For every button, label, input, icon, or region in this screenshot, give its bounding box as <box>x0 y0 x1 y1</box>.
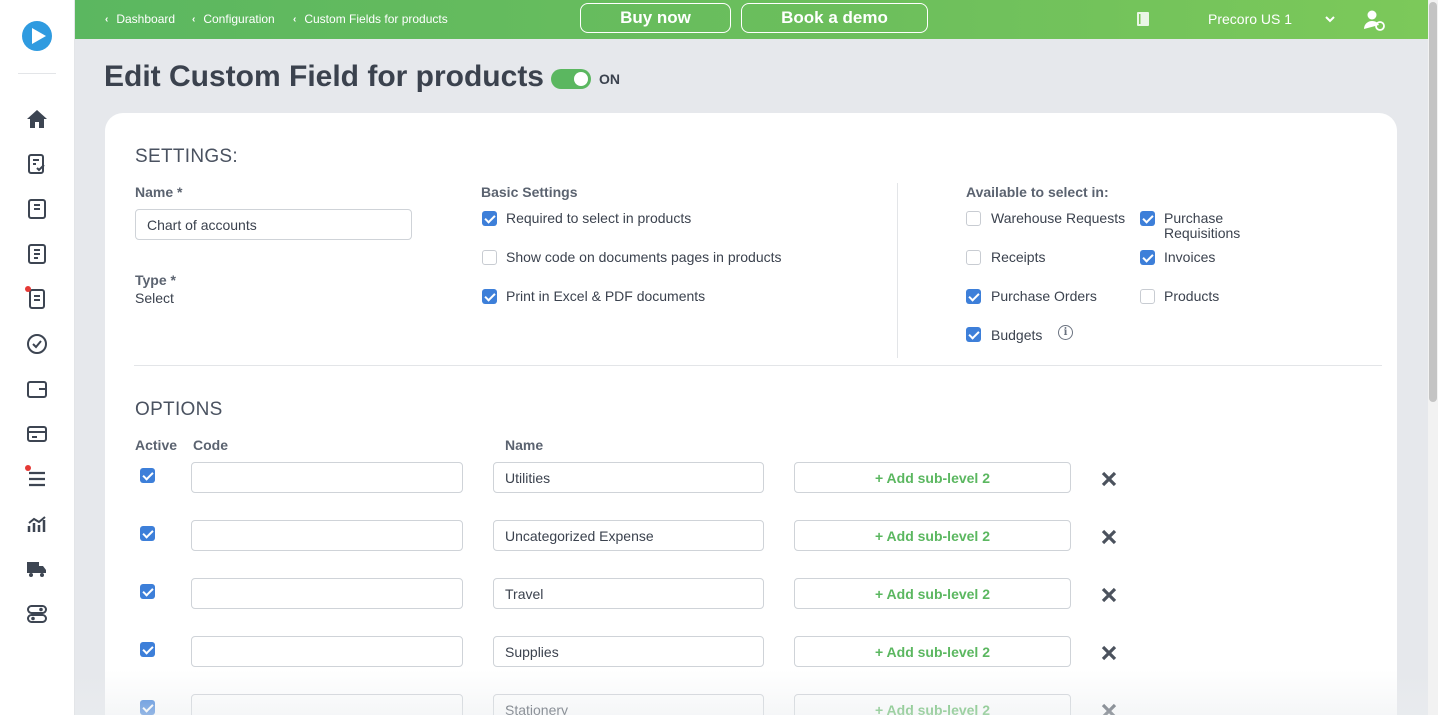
budgets-label: Budgets <box>991 327 1043 343</box>
delete-row-icon[interactable] <box>1100 644 1118 662</box>
chevron-left-icon: ‹ <box>105 13 109 25</box>
warehouse-requests-checkbox[interactable] <box>966 211 981 226</box>
user-settings-icon[interactable] <box>1362 8 1386 37</box>
label-line: Requisitions <box>1164 225 1241 241</box>
delete-row-icon[interactable] <box>1100 586 1118 604</box>
wallet-icon[interactable] <box>25 377 49 401</box>
breadcrumb-dashboard[interactable]: ‹ Dashboard <box>105 12 175 26</box>
document-icon[interactable] <box>25 197 49 221</box>
warehouse-requests-label: Warehouse Requests <box>991 210 1126 226</box>
basic-settings-heading: Basic Settings <box>481 184 578 200</box>
section-divider <box>134 365 1382 366</box>
book-demo-button[interactable]: Book a demo <box>741 3 928 33</box>
book-icon[interactable] <box>1136 11 1150 32</box>
settings-card: SETTINGS: Name * Chart of accounts Type … <box>105 113 1397 715</box>
type-value: Select <box>135 290 174 306</box>
breadcrumb-label: Custom Fields for products <box>304 12 448 26</box>
name-label: Name * <box>135 184 183 200</box>
breadcrumb-configuration[interactable]: ‹ Configuration <box>192 12 275 26</box>
status-label: ON <box>599 71 620 87</box>
delete-row-icon[interactable] <box>1100 702 1118 715</box>
analytics-icon[interactable] <box>25 512 49 536</box>
chevron-left-icon: ‹ <box>293 13 297 25</box>
print-checkbox[interactable] <box>482 289 497 304</box>
row-active-checkbox[interactable] <box>140 700 155 715</box>
required-label: Required to select in products <box>506 210 692 226</box>
breadcrumb-label: Dashboard <box>116 12 176 26</box>
add-sub-level-button[interactable]: + Add sub-level 2 <box>794 520 1071 551</box>
status-toggle[interactable] <box>551 69 591 89</box>
scrollbar-thumb[interactable] <box>1429 2 1437 402</box>
budgets-checkbox[interactable] <box>966 327 981 342</box>
sidebar <box>0 0 75 715</box>
receipts-label: Receipts <box>991 249 1046 265</box>
row-code-input[interactable] <box>191 462 463 493</box>
required-checkbox[interactable] <box>482 211 497 226</box>
requisition-icon[interactable] <box>25 152 49 176</box>
card-icon[interactable] <box>25 422 49 446</box>
delete-row-icon[interactable] <box>1100 470 1118 488</box>
invoices-checkbox[interactable] <box>1140 250 1155 265</box>
purchase-requisitions-label: Purchase Requisitions <box>1164 211 1240 241</box>
settings-icon[interactable] <box>25 602 49 626</box>
name-field[interactable]: Chart of accounts <box>135 209 412 240</box>
show-code-checkbox[interactable] <box>482 250 497 265</box>
add-sub-level-button[interactable]: + Add sub-level 2 <box>794 636 1071 667</box>
chevron-left-icon: ‹ <box>192 13 196 25</box>
label-line: Purchase <box>1164 210 1224 226</box>
print-label: Print in Excel & PDF documents <box>506 288 706 304</box>
row-code-input[interactable] <box>191 636 463 667</box>
row-name-input[interactable]: Uncategorized Expense <box>493 520 764 551</box>
row-active-checkbox[interactable] <box>140 468 155 483</box>
show-code-label: Show code on documents pages in products <box>506 249 782 265</box>
approval-icon[interactable] <box>25 332 49 356</box>
top-bar: ‹ Dashboard ‹ Configuration ‹ Custom Fie… <box>75 0 1428 39</box>
add-sub-level-button[interactable]: + Add sub-level 2 <box>794 462 1071 493</box>
row-name-input[interactable]: Travel <box>493 578 764 609</box>
breadcrumb-custom-fields[interactable]: ‹ Custom Fields for products <box>293 12 448 26</box>
company-selector[interactable]: Precoro US 1 <box>1208 11 1292 27</box>
receipt-icon[interactable] <box>25 286 49 311</box>
info-icon[interactable]: i <box>1058 325 1073 340</box>
products-checkbox[interactable] <box>1140 289 1155 304</box>
row-name-input[interactable]: Stationery <box>493 694 764 715</box>
add-sub-level-button[interactable]: + Add sub-level 2 <box>794 578 1071 609</box>
col-name: Name <box>505 437 544 453</box>
row-active-checkbox[interactable] <box>140 642 155 657</box>
settings-heading: SETTINGS: <box>135 146 238 167</box>
add-sub-level-button[interactable]: + Add sub-level 2 <box>794 694 1071 715</box>
vertical-divider <box>897 183 898 358</box>
row-code-input[interactable] <box>191 520 463 551</box>
row-code-input[interactable] <box>191 578 463 609</box>
type-label: Type * <box>135 272 176 288</box>
page-title: Edit Custom Field for products <box>104 60 544 93</box>
available-heading: Available to select in: <box>966 184 1109 200</box>
invoices-label: Invoices <box>1164 249 1216 265</box>
home-icon[interactable] <box>25 107 49 131</box>
row-active-checkbox[interactable] <box>140 526 155 541</box>
col-code: Code <box>193 437 228 453</box>
buy-now-button[interactable]: Buy now <box>580 3 731 33</box>
purchase-orders-checkbox[interactable] <box>966 289 981 304</box>
notification-dot <box>25 286 31 292</box>
row-code-input[interactable] <box>191 694 463 715</box>
products-label: Products <box>1164 288 1220 304</box>
row-name-input[interactable]: Supplies <box>493 636 764 667</box>
row-name-input[interactable]: Utilities <box>493 462 764 493</box>
delete-row-icon[interactable] <box>1100 528 1118 546</box>
options-heading: OPTIONS <box>135 399 223 420</box>
purchase-orders-label: Purchase Orders <box>991 288 1097 304</box>
notification-dot <box>25 465 31 471</box>
order-icon[interactable] <box>25 242 49 266</box>
receipts-checkbox[interactable] <box>966 250 981 265</box>
list-icon[interactable] <box>25 465 49 491</box>
row-active-checkbox[interactable] <box>140 584 155 599</box>
col-active: Active <box>135 437 178 453</box>
sidebar-divider <box>18 73 56 74</box>
chevron-down-icon[interactable] <box>1324 12 1336 30</box>
purchase-requisitions-checkbox[interactable] <box>1140 211 1155 226</box>
precoro-logo-icon[interactable] <box>22 21 52 51</box>
truck-icon[interactable] <box>25 557 49 581</box>
breadcrumb-label: Configuration <box>203 12 275 26</box>
